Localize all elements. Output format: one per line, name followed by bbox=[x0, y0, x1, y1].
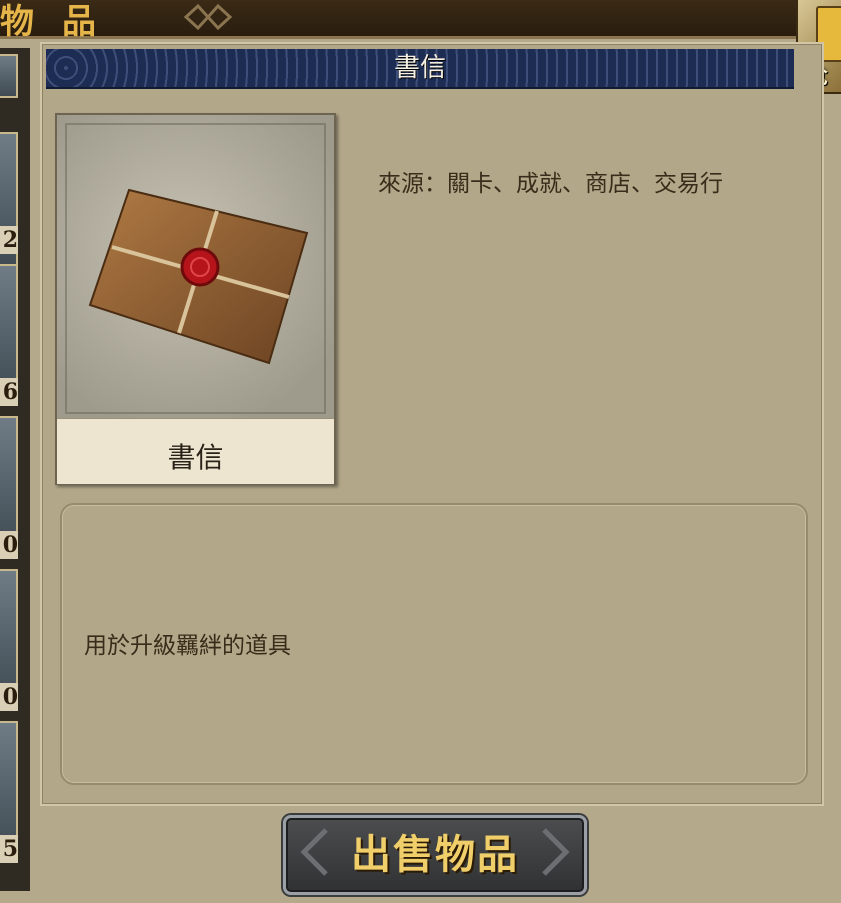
list-card-count: 2 bbox=[0, 226, 18, 254]
item-source: 來源：關卡、成就、商店、交易行 bbox=[378, 171, 723, 197]
item-card: 書信 bbox=[55, 113, 336, 485]
item-description: 用於升級羈絆的道具 bbox=[84, 633, 291, 659]
panel-header: 書信 bbox=[46, 49, 794, 89]
panel-header-title: 書信 bbox=[393, 53, 446, 83]
knot-ornament-icon bbox=[183, 3, 233, 31]
list-card[interactable] bbox=[0, 54, 18, 98]
item-name-band: 書信 bbox=[57, 418, 334, 484]
list-card-count: 0 bbox=[0, 531, 18, 559]
list-card-count: 0 bbox=[0, 683, 18, 711]
list-card-count: 6 bbox=[0, 378, 18, 406]
item-list-strip: 2 6 0 0 5 bbox=[0, 48, 30, 891]
sell-item-label: 出售物品 bbox=[351, 831, 519, 878]
page-title: 物品 bbox=[0, 2, 124, 42]
list-card-count: 5 bbox=[0, 835, 18, 863]
top-title-bar: 物品 bbox=[0, 0, 841, 42]
item-art bbox=[57, 115, 334, 418]
item-name: 書信 bbox=[167, 441, 224, 474]
sell-item-button[interactable]: 出售物品 bbox=[283, 815, 587, 895]
sealed-letter-icon bbox=[88, 188, 309, 365]
